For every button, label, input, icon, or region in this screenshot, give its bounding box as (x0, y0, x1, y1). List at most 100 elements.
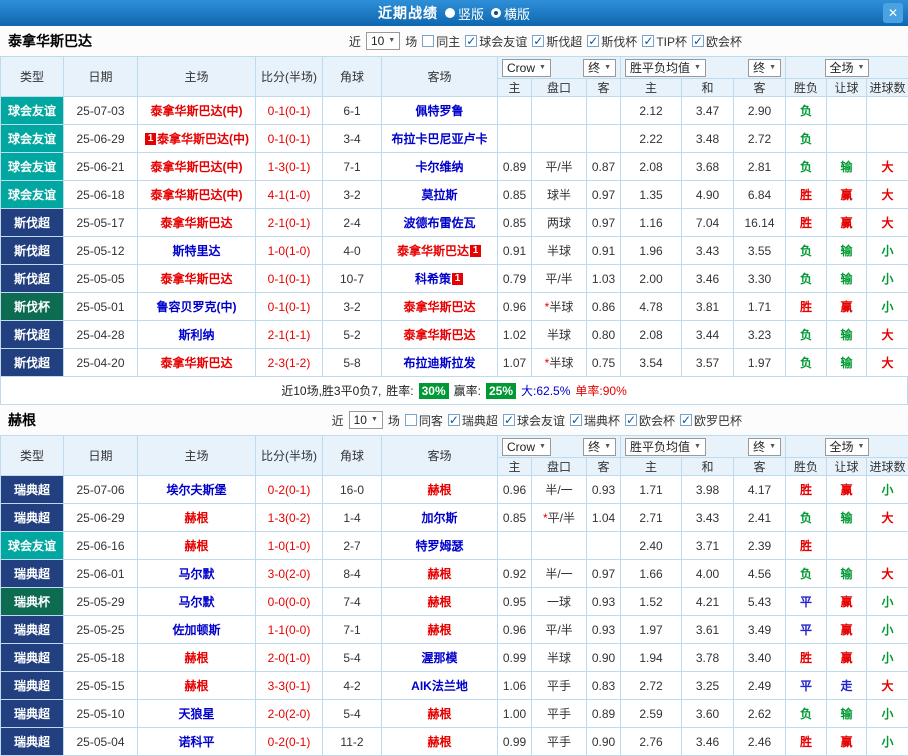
filter-checkbox-0-1[interactable]: 球会友谊 (465, 33, 527, 50)
team-name-link[interactable]: 泰拿华斯巴达 (403, 300, 475, 314)
euro-odds-home: 3.54 (621, 349, 682, 377)
layout-option-vertical[interactable]: 竖版 (445, 4, 484, 23)
checkbox-icon[interactable] (680, 414, 692, 426)
odds-source-dropdown[interactable]: Crow▼ (502, 59, 551, 77)
team-name-link[interactable]: 泰拿华斯巴达 (397, 244, 469, 258)
team-name-link[interactable]: 佐加顿斯 (172, 623, 220, 637)
result-wdl: 胜 (786, 476, 827, 504)
match-row: 瑞典超25-05-10天狼星2-0(2-0)5-4赫根1.00平手0.892.5… (1, 700, 908, 728)
match-count-select[interactable]: 10▼ (366, 32, 400, 50)
team-name-link[interactable]: 赫根 (427, 735, 451, 749)
asian-odds-away: 0.87 (587, 153, 621, 181)
close-icon[interactable]: ✕ (883, 3, 903, 23)
team-name-link[interactable]: 渥那模 (421, 651, 457, 665)
filter-checkbox-1-4[interactable]: 欧会杯 (625, 412, 675, 429)
checkbox-icon[interactable] (642, 35, 654, 47)
filter-checkbox-0-4[interactable]: TIP杯 (642, 33, 687, 50)
team-name-link[interactable]: 赫根 (427, 483, 451, 497)
radio-vertical-icon[interactable] (445, 8, 455, 18)
odds-final-dropdown[interactable]: 终▼ (583, 59, 616, 77)
filter-checkbox-0-0[interactable]: 同主 (422, 33, 460, 50)
team-name-link[interactable]: 特罗姆瑟 (415, 539, 463, 553)
team-name-link[interactable]: 布拉卡巴尼亚卢卡 (391, 132, 487, 146)
team-name-link[interactable]: 卡尔维纳 (415, 160, 463, 174)
team-name-link[interactable]: 波德布雷佐瓦 (403, 216, 475, 230)
asian-odds-away (587, 97, 621, 125)
team-name-link[interactable]: 赫根 (427, 595, 451, 609)
odds-source-dropdown[interactable]: Crow▼ (502, 438, 551, 456)
filter-checkbox-1-3[interactable]: 瑞典杯 (570, 412, 620, 429)
radio-horizontal-icon[interactable] (491, 8, 501, 18)
filter-checkbox-0-3[interactable]: 斯伐杯 (587, 33, 637, 50)
checkbox-icon[interactable] (465, 35, 477, 47)
team-name-link[interactable]: 赫根 (184, 651, 208, 665)
col-header-date: 日期 (64, 436, 138, 476)
checkbox-icon[interactable] (503, 414, 515, 426)
team-name-link[interactable]: 泰拿华斯巴达 (403, 328, 475, 342)
europe-average-dropdown[interactable]: 胜平负均值▼ (625, 59, 706, 77)
team-name-link[interactable]: 泰拿华斯巴达 (160, 216, 232, 230)
team-name-link[interactable]: 斯特里达 (172, 244, 220, 258)
team-name-link[interactable]: 莫拉斯 (421, 188, 457, 202)
col-header-odds-away: 客 (587, 458, 621, 476)
match-count-select[interactable]: 10▼ (349, 411, 383, 429)
team-name-link[interactable]: 泰拿华斯巴达 (160, 356, 232, 370)
team-name-link[interactable]: 斯利纳 (178, 328, 214, 342)
team-name-link[interactable]: 科希策 (415, 272, 451, 286)
team-name-link[interactable]: AIK法兰地 (411, 679, 468, 693)
league-type-badge: 斯伐超 (1, 237, 64, 265)
team-name-link[interactable]: 马尔默 (178, 567, 214, 581)
team-name-link[interactable]: 泰拿华斯巴达(中) (151, 160, 243, 174)
team-name-link[interactable]: 天狼星 (178, 707, 214, 721)
odds-final-dropdown[interactable]: 终▼ (583, 438, 616, 456)
team-name-link[interactable]: 泰拿华斯巴达(中) (151, 104, 243, 118)
checkbox-icon[interactable] (422, 35, 434, 47)
checkbox-icon[interactable] (692, 35, 704, 47)
checkbox-label: 球会友谊 (517, 412, 565, 429)
filter-checkbox-0-2[interactable]: 斯伐超 (532, 33, 582, 50)
team-name-link[interactable]: 赫根 (427, 707, 451, 721)
filter-checkbox-1-2[interactable]: 球会友谊 (503, 412, 565, 429)
checkbox-icon[interactable] (625, 414, 637, 426)
europe-final-dropdown[interactable]: 终▼ (748, 59, 781, 77)
col-header-euro-away: 客 (734, 79, 786, 97)
filter-checkbox-1-5[interactable]: 欧罗巴杯 (680, 412, 742, 429)
chevron-down-icon: ▼ (858, 61, 865, 75)
handicap-star: * (545, 356, 550, 370)
team-name-link[interactable]: 泰拿华斯巴达(中) (151, 188, 243, 202)
team-name-link[interactable]: 布拉迪斯拉发 (403, 356, 475, 370)
asian-handicap: 平/半 (532, 153, 587, 181)
team-name-link[interactable]: 马尔默 (178, 595, 214, 609)
home-team-cell: 赫根 (138, 672, 256, 700)
team-name-link[interactable]: 鲁容贝罗克(中) (157, 300, 237, 314)
match-row: 斯伐超25-04-28斯利纳2-1(1-1)5-2泰拿华斯巴达1.02半球0.8… (1, 321, 908, 349)
team-name-link[interactable]: 赫根 (427, 567, 451, 581)
team-name-link[interactable]: 赫根 (184, 511, 208, 525)
col-header-result: 胜负 (786, 79, 827, 97)
result-wdl: 负 (786, 97, 827, 125)
team-name-link[interactable]: 赫根 (427, 623, 451, 637)
checkbox-icon[interactable] (405, 414, 417, 426)
team-name-link[interactable]: 赫根 (184, 679, 208, 693)
checkbox-icon[interactable] (570, 414, 582, 426)
team-name-link[interactable]: 赫根 (184, 539, 208, 553)
team-name-link[interactable]: 泰拿华斯巴达 (160, 272, 232, 286)
filter-checkbox-0-5[interactable]: 欧会杯 (692, 33, 742, 50)
scope-dropdown[interactable]: 全场▼ (825, 438, 870, 456)
europe-average-dropdown[interactable]: 胜平负均值▼ (625, 438, 706, 456)
team-name-link[interactable]: 埃尔夫斯堡 (166, 483, 226, 497)
layout-option-horizontal[interactable]: 横版 (491, 4, 530, 23)
europe-final-dropdown[interactable]: 终▼ (748, 438, 781, 456)
scope-dropdown[interactable]: 全场▼ (825, 59, 870, 77)
team-name-link[interactable]: 加尔斯 (421, 511, 457, 525)
checkbox-icon[interactable] (448, 414, 460, 426)
team-name-link[interactable]: 泰拿华斯巴达(中) (157, 132, 249, 146)
checkbox-icon[interactable] (587, 35, 599, 47)
team-name-link[interactable]: 佩特罗鲁 (415, 104, 463, 118)
filter-checkbox-1-0[interactable]: 同客 (405, 412, 443, 429)
team-name-link[interactable]: 诺科平 (178, 735, 214, 749)
asian-odds-group: Crow▼ 终▼ (498, 57, 621, 79)
home-team-cell: 赫根 (138, 532, 256, 560)
checkbox-icon[interactable] (532, 35, 544, 47)
filter-checkbox-1-1[interactable]: 瑞典超 (448, 412, 498, 429)
